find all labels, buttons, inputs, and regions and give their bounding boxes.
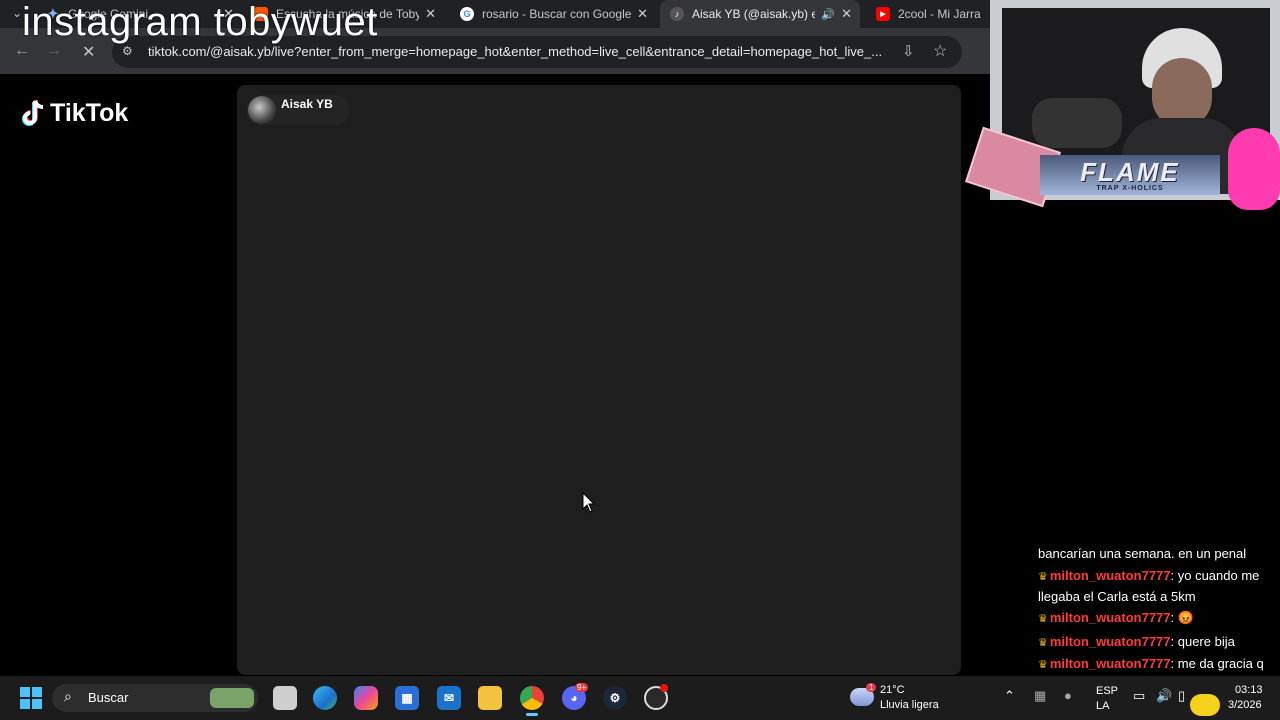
tiktok-note-icon bbox=[22, 100, 44, 126]
tab-title: 2cool - Mi Jarra (Vi bbox=[898, 7, 982, 21]
network-icon[interactable]: ▦ bbox=[1034, 688, 1046, 704]
flame-subtitle: TRAP X-HOLICS bbox=[1096, 184, 1164, 192]
display-icon[interactable]: ▭ bbox=[1133, 688, 1145, 704]
site-info-icon[interactable]: ⚙ bbox=[122, 44, 133, 58]
weather-temp: 21°C bbox=[880, 684, 905, 696]
host-avatar[interactable] bbox=[248, 96, 276, 124]
mouse-cursor-icon bbox=[582, 492, 596, 513]
host-name[interactable]: Aisak YB bbox=[281, 97, 333, 111]
tiktok-icon: ♪ bbox=[670, 7, 684, 21]
chrome-icon[interactable] bbox=[520, 686, 544, 710]
file-explorer-icon[interactable] bbox=[478, 686, 502, 710]
crown-icon: ♛ bbox=[1038, 637, 1048, 649]
search-icon: ⌕ bbox=[64, 688, 72, 704]
tab-youtube[interactable]: ▶ 2cool - Mi Jarra (Vi bbox=[866, 0, 990, 28]
crown-icon: ♛ bbox=[1038, 613, 1048, 625]
language-layout: LA bbox=[1096, 700, 1110, 712]
task-view-icon[interactable] bbox=[273, 686, 297, 710]
chat-message: ♛ milton_wuaton7777: quere bija bbox=[1038, 632, 1274, 653]
chat-message: bancarían una semana. en un penal bbox=[1038, 546, 1274, 564]
outlook-icon[interactable]: ✉ bbox=[437, 686, 461, 710]
edge-browser-icon[interactable] bbox=[313, 686, 337, 710]
microsoft-store-icon[interactable]: ▦ bbox=[395, 686, 419, 710]
chat-text: : 😡 bbox=[1170, 610, 1194, 625]
tray-chevron-up-icon[interactable]: ⌃ bbox=[1004, 688, 1015, 704]
tab-google-search[interactable]: G rosario - Buscar con Google ✕ bbox=[450, 0, 656, 28]
google-icon: G bbox=[460, 7, 474, 21]
url-text[interactable]: tiktok.com/@aisak.yb/live?enter_from_mer… bbox=[148, 44, 888, 59]
instagram-watermark: instagram tobywuet bbox=[22, 0, 378, 44]
windows-start-icon[interactable] bbox=[19, 686, 43, 710]
chat-username: milton_wuaton7777 bbox=[1049, 568, 1171, 583]
install-app-icon[interactable]: ⇩ bbox=[902, 42, 915, 60]
pink-buddha-sticker bbox=[1228, 128, 1280, 210]
battery-icon[interactable]: ▯ bbox=[1178, 688, 1185, 704]
speaker-icon[interactable]: 🔊 bbox=[821, 8, 835, 21]
active-app-indicator bbox=[526, 713, 538, 716]
bookmark-star-icon[interactable]: ☆ bbox=[933, 41, 947, 61]
discord-badge: 9+ bbox=[575, 683, 589, 692]
chat-username: milton_wuaton7777 bbox=[1049, 634, 1171, 649]
flame-banner: FLAME TRAP X-HOLICS bbox=[1040, 155, 1220, 195]
volume-icon[interactable]: 🔊 bbox=[1156, 688, 1172, 704]
chat-username: milton_wuaton7777 bbox=[1049, 656, 1171, 671]
crown-icon: ♛ bbox=[1038, 571, 1048, 583]
tiktok-logo[interactable]: TikTok bbox=[22, 98, 128, 128]
tab-tiktok-live[interactable]: ♪ Aisak YB (@aisak.yb) est 🔊 ✕ bbox=[660, 0, 860, 28]
copilot-icon[interactable] bbox=[354, 686, 378, 710]
chat-text: : quere bija bbox=[1170, 634, 1235, 649]
close-icon[interactable]: ✕ bbox=[841, 6, 852, 22]
steam-icon[interactable]: ⚙ bbox=[603, 686, 627, 710]
microphone-icon[interactable]: ● bbox=[1064, 688, 1072, 703]
tab-search-icon[interactable]: ⌄ bbox=[12, 6, 22, 20]
crown-icon: ♛ bbox=[1038, 659, 1048, 671]
flame-title: FLAME bbox=[1080, 156, 1180, 187]
clock-date[interactable]: 3/2026 bbox=[1228, 699, 1262, 711]
live-video-player[interactable] bbox=[237, 85, 961, 675]
close-icon[interactable]: ✕ bbox=[425, 6, 436, 22]
search-highlight-image bbox=[210, 688, 254, 708]
recording-dot-icon bbox=[660, 684, 668, 692]
clock-time[interactable]: 03:13 bbox=[1235, 684, 1263, 696]
language-indicator[interactable]: ESP bbox=[1096, 685, 1118, 697]
search-label: Buscar bbox=[88, 690, 129, 705]
youtube-icon: ▶ bbox=[876, 7, 890, 21]
chat-message: ♛ milton_wuaton7777: yo cuando me llegaba… bbox=[1038, 566, 1274, 607]
tiktok-wordmark: TikTok bbox=[50, 98, 129, 127]
chat-message: ♛ milton_wuaton7777: 😡 bbox=[1038, 608, 1274, 629]
chat-username: milton_wuaton7777 bbox=[1049, 610, 1171, 625]
stop-loading-icon[interactable]: ✕ bbox=[82, 42, 95, 62]
minion-sticker bbox=[1190, 694, 1220, 716]
close-icon[interactable]: ✕ bbox=[637, 6, 648, 22]
weather-description: Lluvia ligera bbox=[880, 699, 939, 711]
tab-title: rosario - Buscar con Google bbox=[482, 7, 632, 21]
chat-text: bancarían una semana. en un penal bbox=[1038, 546, 1247, 561]
tab-title: Aisak YB (@aisak.yb) est bbox=[692, 7, 816, 21]
